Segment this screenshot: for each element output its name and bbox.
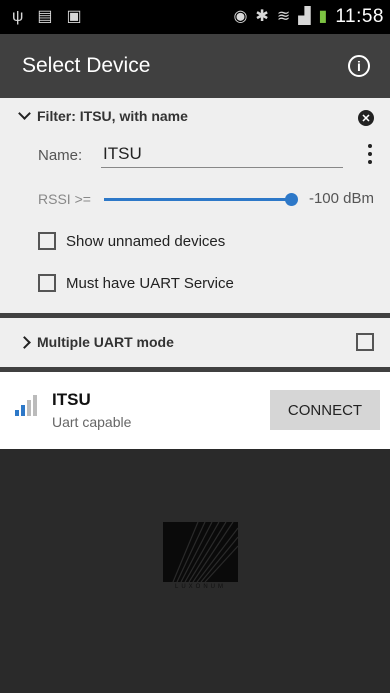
clear-filter-icon[interactable]: ✕ (358, 110, 374, 126)
battery-icon: ▮ (318, 8, 328, 25)
page-title: Select Device (22, 54, 151, 77)
rssi-slider-track (104, 198, 294, 201)
luxonum-logo (163, 522, 238, 582)
signal-icon: ▟ (298, 8, 311, 25)
logo-area: LUXONUM (0, 449, 390, 693)
clock: 11:58 (335, 6, 384, 27)
multiple-uart-checkbox[interactable] (356, 333, 374, 351)
eye-icon: ◉ (233, 8, 248, 25)
chevron-down-icon (18, 107, 31, 120)
rssi-slider-thumb[interactable] (285, 193, 298, 206)
image-icon: ▣ (66, 8, 82, 25)
chevron-right-icon (18, 335, 31, 349)
bluetooth-icon: ✱ (255, 8, 269, 25)
rssi-value: -100 dBm (308, 190, 374, 207)
multiple-uart-label: Multiple UART mode (37, 334, 174, 350)
connect-button[interactable]: CONNECT (270, 390, 380, 430)
info-icon[interactable]: i (348, 55, 370, 77)
filter-panel: Filter: ITSU, with name ✕ Name: RSSI >= … (0, 98, 390, 315)
show-unnamed-checkbox[interactable] (38, 232, 56, 250)
wifi-icon: ≋ (276, 8, 291, 25)
status-left: ψ ▤ ▣ (0, 9, 82, 25)
notification-icon: ▤ (37, 8, 53, 25)
uart-service-row[interactable]: Must have UART Service (38, 274, 234, 292)
device-subtitle: Uart capable (52, 414, 132, 430)
name-filter-input[interactable] (101, 140, 343, 168)
show-unnamed-label: Show unnamed devices (66, 232, 226, 250)
multiple-uart-header[interactable]: Multiple UART mode (18, 334, 174, 350)
show-unnamed-row[interactable]: Show unnamed devices (38, 232, 225, 250)
signal-strength-icon (15, 394, 41, 416)
app-bar: Select Device i (0, 34, 390, 98)
more-options-icon[interactable] (366, 144, 374, 164)
device-row[interactable]: ITSU Uart capable CONNECT (0, 372, 390, 449)
multiple-uart-row[interactable]: Multiple UART mode (0, 318, 390, 367)
logo-text: LUXONUM (174, 584, 226, 590)
filter-header-label: Filter: ITSU, with name (37, 108, 188, 124)
screen: ψ ▤ ▣ ◉ ✱ ≋ ▟ ▮ 11:58 Select Device i Fi… (0, 0, 390, 693)
device-name: ITSU (52, 390, 91, 409)
usb-icon: ψ (12, 8, 24, 25)
uart-service-checkbox[interactable] (38, 274, 56, 292)
uart-service-label: Must have UART Service (66, 274, 234, 292)
rssi-slider[interactable] (104, 193, 298, 212)
status-right: ◉ ✱ ≋ ▟ ▮ 11:58 (233, 6, 390, 28)
status-bar: ψ ▤ ▣ ◉ ✱ ≋ ▟ ▮ 11:58 (0, 0, 390, 34)
rssi-label: RSSI >= (38, 191, 91, 207)
filter-header[interactable]: Filter: ITSU, with name (18, 107, 188, 124)
name-label: Name: (38, 147, 83, 164)
